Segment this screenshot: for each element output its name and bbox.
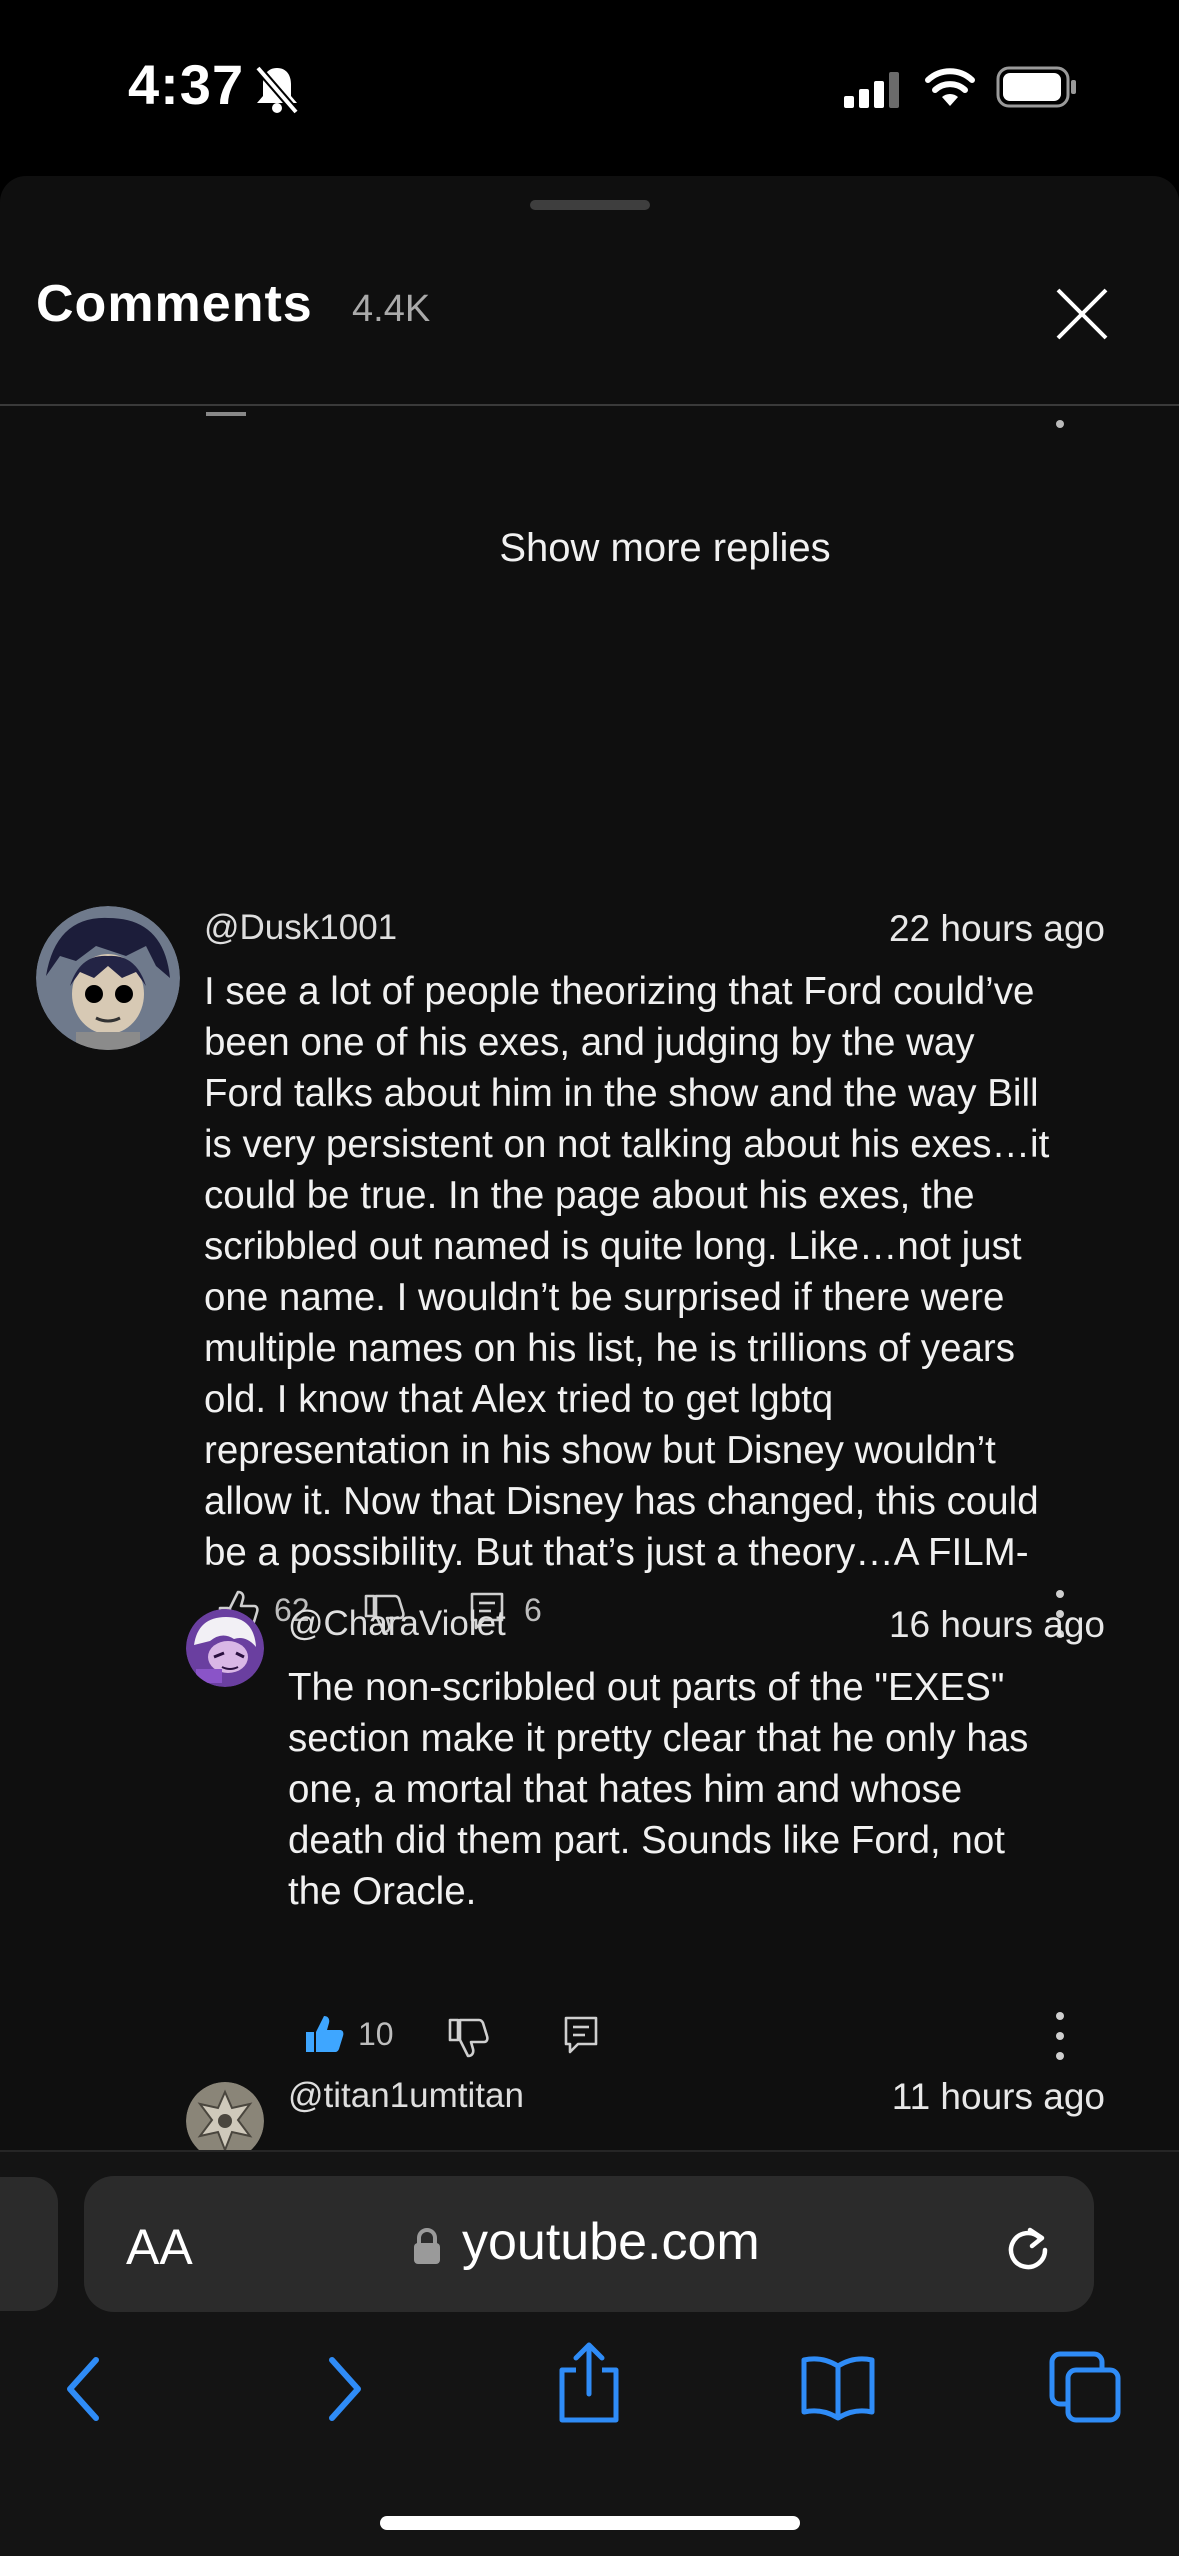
avatar[interactable] [186,2082,264,2150]
share-icon [559,2342,619,2423]
more-button[interactable] [1040,2006,1080,2066]
url-text[interactable]: youtube.com [462,2212,760,2272]
comment-body: I see a lot of people theorizing that Fo… [204,970,1050,1574]
battery-icon [996,66,1076,108]
previous-tab-preview[interactable] [0,2177,58,2311]
comment-count: 4.4K [352,288,431,330]
show-more-replies-button[interactable]: Show more replies [300,526,1030,571]
comment-body: The non-scribbled out parts of the "EXES… [288,1666,1029,1913]
comment-time: 16 hours ago [888,1604,1105,1645]
share-button[interactable] [554,2340,624,2431]
reply-button[interactable] [562,2014,602,2061]
sheet-grabber[interactable] [530,200,650,210]
tabs-icon [1049,2351,1121,2423]
forward-icon [329,2357,361,2421]
reload-icon [1008,2227,1048,2270]
like-icon-filled [306,2016,344,2052]
comment-author[interactable]: @CharaViolet [288,1604,506,1644]
wifi-icon [925,68,975,106]
back-icon [67,2357,99,2421]
avatar[interactable] [36,906,180,1050]
text-size-label: AA [126,2219,193,2275]
close-icon [1056,288,1108,340]
reply-icon [564,2016,598,2054]
comment-time: 11 hours ago [891,2076,1105,2117]
more-icon [1056,2012,1064,2060]
like-count: 10 [358,2016,394,2052]
status-time: 4:37 [128,53,245,116]
status-bar: 4:37 [0,0,1179,176]
header-divider [0,404,1179,406]
back-button[interactable] [60,2354,110,2429]
reload-button[interactable] [1000,2222,1056,2283]
clipped-action-row [0,408,1179,430]
comment-author[interactable]: @titan1umtitan [288,2076,524,2116]
dislike-icon [448,2018,489,2058]
reply-comment: @CharaViolet 16 hours ago The non-scribb… [0,1596,1179,2150]
close-button[interactable] [1042,274,1122,354]
forward-button[interactable] [318,2354,368,2429]
comment-author[interactable]: @Dusk1001 [204,908,397,948]
avatar[interactable] [186,1609,264,1687]
sheet-title: Comments [36,275,313,333]
reply-comment: @titan1umtitan 11 hours ago [0,2070,1179,2150]
lock-icon [414,2228,440,2264]
bookmarks-icon [801,2356,875,2421]
comments-sheet: Comments 4.4K Show more replies @Dusk100… [0,176,1179,2150]
home-indicator [380,2516,800,2530]
text-size-button[interactable]: AA [126,2218,193,2276]
tabs-button[interactable] [1048,2350,1124,2431]
mute-bell-icon [254,65,300,115]
comment-thread: @Dusk1001 22 hours ago I see a lot of pe… [0,716,1179,1676]
dislike-button[interactable] [446,2016,490,2065]
signal-icon [844,72,899,108]
comment-time: 22 hours ago [888,908,1105,949]
bookmarks-button[interactable] [798,2352,878,2427]
like-button[interactable]: 10 [302,2012,412,2060]
